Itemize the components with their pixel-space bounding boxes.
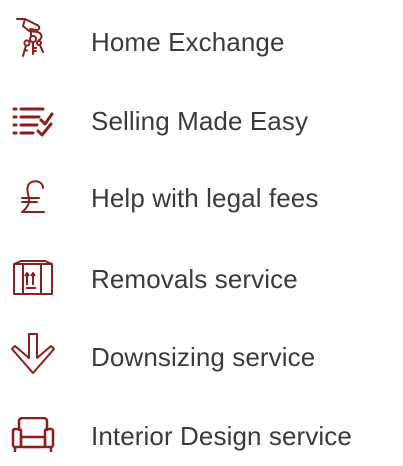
hand-keys-icon (10, 16, 56, 62)
checklist-icon (10, 99, 56, 145)
service-item-interior-design-service[interactable]: Interior Design service (0, 406, 403, 466)
moving-box-icon (10, 255, 56, 301)
service-label: Selling Made Easy (91, 105, 309, 136)
armchair-icon (10, 412, 56, 458)
service-item-removals-service[interactable]: Removals service (0, 249, 403, 309)
service-label: Interior Design service (91, 420, 352, 451)
service-item-selling-made-easy[interactable]: Selling Made Easy (0, 91, 403, 151)
service-item-downsizing-service[interactable]: Downsizing service (0, 327, 403, 387)
service-item-help-with-legal-fees[interactable]: Help with legal fees (0, 168, 403, 228)
service-label: Downsizing service (91, 341, 316, 372)
service-label: Removals service (91, 263, 298, 294)
services-list: Home Exchange Selling Made Easy Help wit… (0, 0, 403, 457)
pound-sign-icon (10, 175, 56, 221)
service-item-home-exchange[interactable]: Home Exchange (0, 12, 403, 72)
service-label: Help with legal fees (91, 182, 319, 213)
down-arrow-icon (10, 331, 56, 377)
service-label: Home Exchange (91, 26, 285, 57)
